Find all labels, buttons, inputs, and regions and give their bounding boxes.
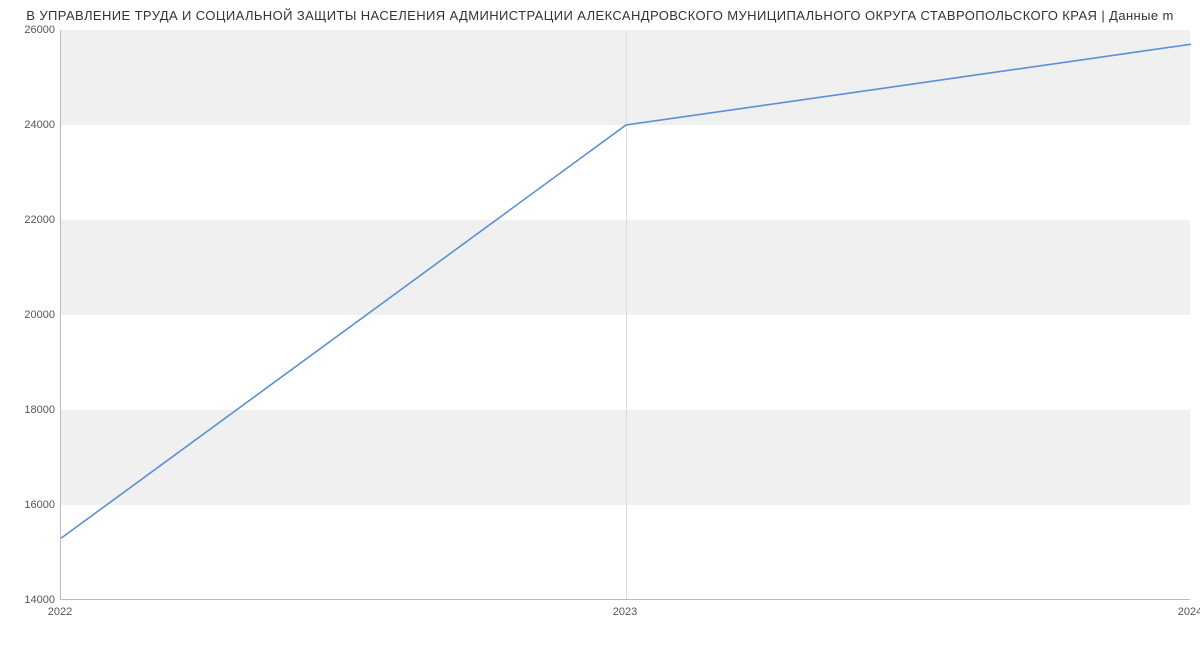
x-tick-label: 2022 xyxy=(48,606,72,618)
x-tick-label: 2023 xyxy=(613,606,637,618)
y-tick-label: 14000 xyxy=(5,594,55,606)
y-tick-label: 22000 xyxy=(5,214,55,226)
plot-area xyxy=(60,30,1190,600)
x-tick-label: 2024 xyxy=(1178,606,1200,618)
y-tick-label: 18000 xyxy=(5,404,55,416)
line-series xyxy=(61,30,1191,600)
y-tick-label: 20000 xyxy=(5,309,55,321)
chart-container: 14000 16000 18000 20000 22000 24000 26000 2022 2… xyxy=(0,0,1200,650)
y-tick-label: 24000 xyxy=(5,119,55,131)
y-tick-label: 16000 xyxy=(5,499,55,511)
y-tick-label: 26000 xyxy=(5,24,55,36)
